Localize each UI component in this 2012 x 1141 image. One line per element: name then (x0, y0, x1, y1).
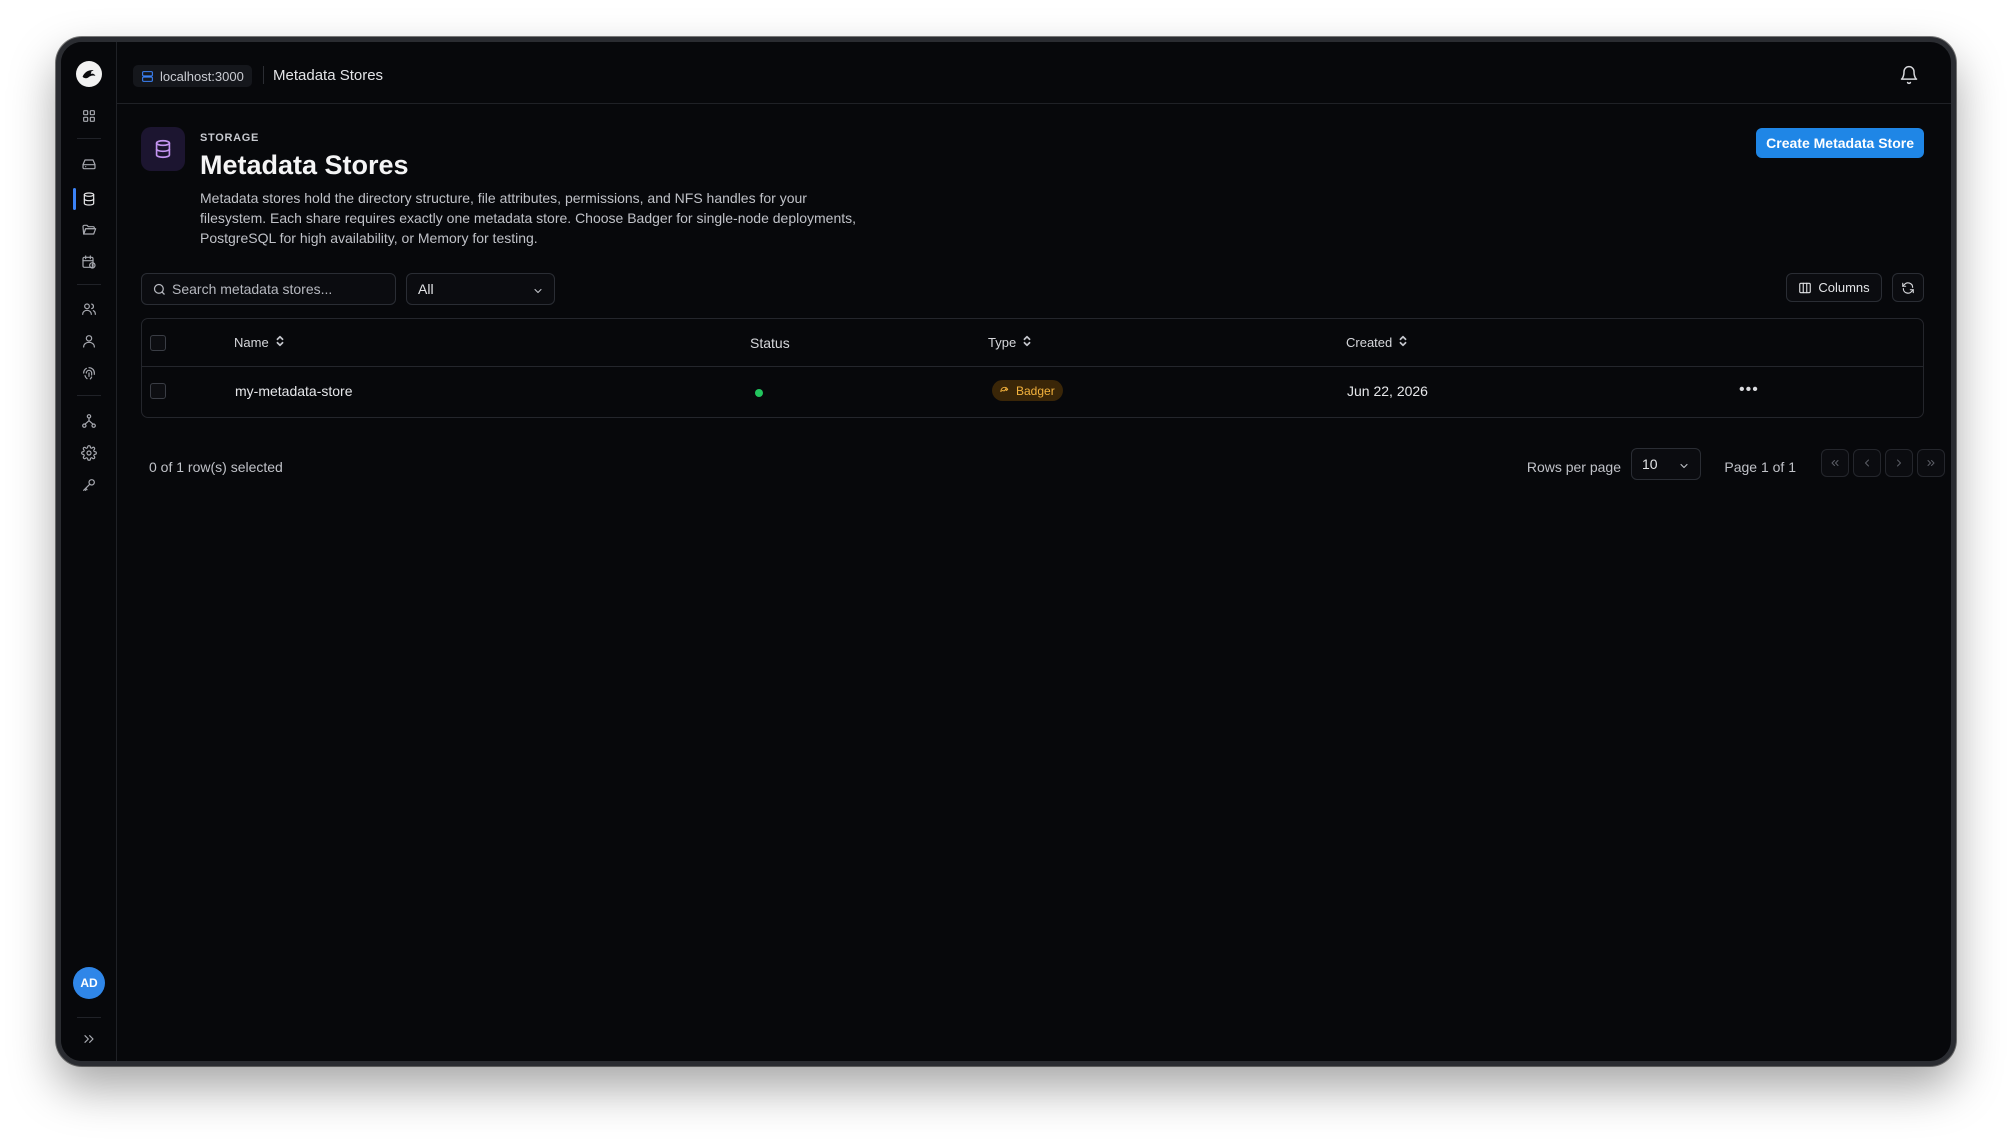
avatar[interactable]: AD (73, 967, 105, 999)
first-page-button[interactable] (1821, 449, 1849, 477)
badger-icon (1000, 386, 1009, 393)
column-header-status: Status (750, 335, 790, 351)
rows-per-page-value: 10 (1642, 456, 1658, 472)
sort-icon (1022, 335, 1032, 350)
sort-icon (275, 335, 285, 350)
search-placeholder: Search metadata stores... (172, 281, 333, 297)
topbar: localhost:3000 Metadata Stores (117, 42, 1951, 104)
folder-open-icon (82, 224, 97, 235)
server-icon (142, 70, 153, 82)
database-icon (155, 139, 171, 159)
database-icon (83, 192, 95, 206)
select-all-checkbox[interactable] (150, 335, 166, 351)
hard-drive-icon (82, 159, 96, 170)
sidebar-item-metadata-stores[interactable] (77, 187, 101, 211)
page-description: Metadata stores hold the directory struc… (200, 190, 857, 246)
sidebar-divider (77, 395, 101, 396)
active-indicator (73, 188, 76, 210)
key-icon (83, 479, 95, 491)
columns-button[interactable]: Columns (1786, 273, 1882, 302)
status-indicator-active (755, 389, 763, 397)
search-icon (152, 282, 167, 297)
breadcrumb: Metadata Stores (273, 67, 384, 84)
rows-per-page-label: Rows per page (1526, 459, 1621, 475)
sidebar-item-identity[interactable] (77, 361, 101, 385)
row-actions-button[interactable]: ••• (1739, 381, 1759, 399)
section-eyebrow: STORAGE (200, 132, 260, 144)
app-window: AD localhost:3000 Metadata Stores STORAG… (56, 37, 1956, 1066)
chevron-down-icon (1678, 459, 1690, 471)
rows-per-page-select[interactable]: 10 (1631, 448, 1701, 480)
chevron-right-icon (1897, 459, 1901, 467)
sidebar-item-schedules[interactable] (77, 250, 101, 274)
app-logo[interactable] (76, 61, 102, 87)
column-header-type[interactable]: Type (988, 335, 1032, 350)
type-filter-value: All (418, 281, 434, 297)
sidebar-item-dashboard[interactable] (77, 104, 101, 128)
sidebar-item-storage[interactable] (77, 152, 101, 176)
refresh-icon (1902, 281, 1914, 294)
columns-label: Columns (1818, 280, 1870, 295)
server-host-chip[interactable]: localhost:3000 (133, 65, 252, 87)
chevrons-left-icon (1831, 460, 1839, 466)
chevrons-right-icon (1927, 460, 1935, 466)
sidebar: AD (61, 42, 117, 1061)
table-row[interactable]: my-metadata-store Badger Jun 22, 2026 ••… (142, 367, 1923, 417)
metadata-stores-table: Name Status Type Created my-metadata-sto… (141, 318, 1924, 418)
sidebar-item-shares[interactable] (77, 218, 101, 242)
refresh-button[interactable] (1892, 273, 1924, 302)
notifications-button[interactable] (1899, 65, 1921, 87)
page-icon-badge (141, 127, 185, 171)
sidebar-divider (77, 138, 101, 139)
server-host-label: localhost:3000 (160, 68, 244, 84)
breadcrumb-separator (263, 66, 264, 84)
chevron-left-icon (1865, 459, 1869, 467)
previous-page-button[interactable] (1853, 449, 1881, 477)
sidebar-item-users[interactable] (77, 297, 101, 321)
table-header: Name Status Type Created (142, 319, 1923, 367)
chevron-down-icon (532, 284, 544, 296)
create-metadata-store-button[interactable]: Create Metadata Store (1756, 128, 1924, 158)
bell-icon (1900, 65, 1918, 85)
sidebar-divider (77, 1017, 101, 1018)
sidebar-item-keys[interactable] (77, 473, 101, 497)
column-header-name[interactable]: Name (234, 335, 285, 350)
sort-icon (1398, 335, 1408, 350)
selection-count: 0 of 1 row(s) selected (149, 459, 283, 475)
network-icon (82, 414, 96, 428)
search-input[interactable]: Search metadata stores... (141, 273, 396, 305)
store-name[interactable]: my-metadata-store (235, 383, 352, 399)
type-filter-select[interactable]: All (406, 273, 555, 305)
page-title: Metadata Stores (200, 150, 409, 180)
sidebar-item-groups[interactable] (77, 329, 101, 353)
row-checkbox[interactable] (150, 383, 166, 399)
chevrons-right-icon (84, 1035, 94, 1043)
dolphin-logo-icon (78, 63, 100, 85)
columns-icon (1799, 282, 1812, 293)
next-page-button[interactable] (1885, 449, 1913, 477)
users-icon (82, 303, 96, 315)
sidebar-item-network[interactable] (77, 409, 101, 433)
sidebar-divider (77, 284, 101, 285)
created-date: Jun 22, 2026 (1347, 383, 1428, 399)
calendar-clock-icon (82, 255, 96, 269)
sidebar-item-settings[interactable] (77, 441, 101, 465)
page-info: Page 1 of 1 (1724, 459, 1796, 475)
type-badge: Badger (992, 380, 1063, 401)
fingerprint-icon (83, 367, 95, 380)
gear-icon (81, 445, 97, 461)
column-header-created[interactable]: Created (1346, 335, 1408, 350)
last-page-button[interactable] (1917, 449, 1945, 477)
user-group-icon (83, 335, 95, 348)
sidebar-expand-button[interactable] (77, 1027, 101, 1051)
grid-icon (83, 110, 95, 122)
